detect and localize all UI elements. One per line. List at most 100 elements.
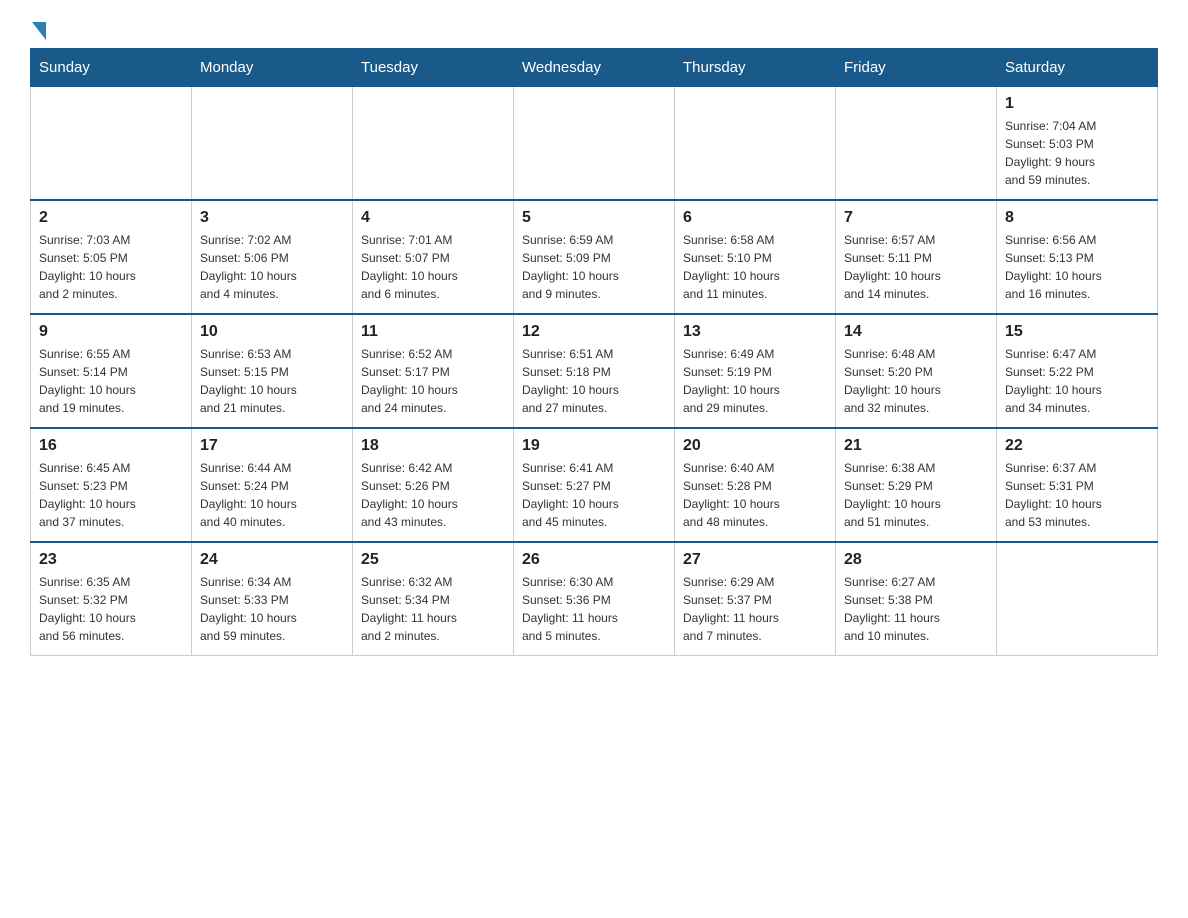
day-number: 24	[200, 551, 344, 569]
day-number: 8	[1005, 209, 1149, 227]
day-number: 17	[200, 437, 344, 455]
calendar-header-row: SundayMondayTuesdayWednesdayThursdayFrid…	[31, 49, 1158, 87]
calendar-cell	[514, 87, 675, 201]
calendar-cell: 9 Sunrise: 6:55 AMSunset: 5:14 PMDaylight…	[31, 314, 192, 428]
day-number: 5	[522, 209, 666, 227]
calendar-cell: 3 Sunrise: 7:02 AMSunset: 5:06 PMDaylight…	[192, 200, 353, 314]
calendar-cell: 10 Sunrise: 6:53 AMSunset: 5:15 PMDayligh…	[192, 314, 353, 428]
day-info: Sunrise: 6:34 AMSunset: 5:33 PMDaylight:…	[200, 573, 344, 645]
day-info: Sunrise: 6:44 AMSunset: 5:24 PMDaylight:…	[200, 459, 344, 531]
day-number: 11	[361, 323, 505, 341]
calendar-cell: 18Sunrise: 6:42 AMSunset: 5:26 PMDayligh…	[353, 428, 514, 542]
logo-arrow-icon	[32, 22, 46, 40]
day-number: 13	[683, 323, 827, 341]
day-number: 18	[361, 437, 505, 455]
day-info: Sunrise: 7:02 AMSunset: 5:06 PMDaylight:…	[200, 231, 344, 303]
calendar-cell: 20Sunrise: 6:40 AMSunset: 5:28 PMDayligh…	[675, 428, 836, 542]
calendar-cell: 16Sunrise: 6:45 AMSunset: 5:23 PMDayligh…	[31, 428, 192, 542]
calendar-cell: 8 Sunrise: 6:56 AMSunset: 5:13 PMDaylight…	[997, 200, 1158, 314]
calendar-cell: 14 Sunrise: 6:48 AMSunset: 5:20 PMDayligh…	[836, 314, 997, 428]
day-info: Sunrise: 6:41 AMSunset: 5:27 PMDaylight:…	[522, 459, 666, 531]
calendar-cell: 4Sunrise: 7:01 AMSunset: 5:07 PMDaylight…	[353, 200, 514, 314]
calendar-week-row-4: 16Sunrise: 6:45 AMSunset: 5:23 PMDayligh…	[31, 428, 1158, 542]
day-number: 9	[39, 323, 183, 341]
day-number: 27	[683, 551, 827, 569]
day-info: Sunrise: 6:27 AMSunset: 5:38 PMDaylight:…	[844, 573, 988, 645]
day-number: 15	[1005, 323, 1149, 341]
day-info: Sunrise: 7:01 AMSunset: 5:07 PMDaylight:…	[361, 231, 505, 303]
calendar-cell	[192, 87, 353, 201]
calendar-cell: 17 Sunrise: 6:44 AMSunset: 5:24 PMDayligh…	[192, 428, 353, 542]
calendar-cell: 13 Sunrise: 6:49 AMSunset: 5:19 PMDayligh…	[675, 314, 836, 428]
day-info: Sunrise: 6:45 AMSunset: 5:23 PMDaylight:…	[39, 459, 183, 531]
day-number: 28	[844, 551, 988, 569]
calendar-cell: 1 Sunrise: 7:04 AMSunset: 5:03 PMDaylight…	[997, 87, 1158, 201]
calendar-cell: 2 Sunrise: 7:03 AMSunset: 5:05 PMDaylight…	[31, 200, 192, 314]
day-number: 22	[1005, 437, 1149, 455]
calendar-week-row-5: 23 Sunrise: 6:35 AMSunset: 5:32 PMDayligh…	[31, 542, 1158, 656]
day-info: Sunrise: 6:38 AMSunset: 5:29 PMDaylight:…	[844, 459, 988, 531]
calendar-cell: 27 Sunrise: 6:29 AMSunset: 5:37 PMDayligh…	[675, 542, 836, 656]
day-number: 23	[39, 551, 183, 569]
day-number: 21	[844, 437, 988, 455]
day-number: 19	[522, 437, 666, 455]
weekday-header-friday: Friday	[836, 49, 997, 87]
calendar-cell: 26 Sunrise: 6:30 AMSunset: 5:36 PMDayligh…	[514, 542, 675, 656]
day-info: Sunrise: 6:37 AMSunset: 5:31 PMDaylight:…	[1005, 459, 1149, 531]
day-info: Sunrise: 6:58 AMSunset: 5:10 PMDaylight:…	[683, 231, 827, 303]
calendar-cell: 15 Sunrise: 6:47 AMSunset: 5:22 PMDayligh…	[997, 314, 1158, 428]
weekday-header-monday: Monday	[192, 49, 353, 87]
page-header	[30, 20, 1158, 38]
calendar-cell: 25 Sunrise: 6:32 AMSunset: 5:34 PMDayligh…	[353, 542, 514, 656]
day-number: 7	[844, 209, 988, 227]
day-info: Sunrise: 6:29 AMSunset: 5:37 PMDaylight:…	[683, 573, 827, 645]
day-info: Sunrise: 6:51 AMSunset: 5:18 PMDaylight:…	[522, 345, 666, 417]
logo	[30, 20, 46, 38]
day-info: Sunrise: 6:35 AMSunset: 5:32 PMDaylight:…	[39, 573, 183, 645]
day-info: Sunrise: 6:55 AMSunset: 5:14 PMDaylight:…	[39, 345, 183, 417]
day-info: Sunrise: 6:52 AMSunset: 5:17 PMDaylight:…	[361, 345, 505, 417]
day-info: Sunrise: 6:56 AMSunset: 5:13 PMDaylight:…	[1005, 231, 1149, 303]
day-number: 1	[1005, 95, 1149, 113]
calendar-week-row-1: 1 Sunrise: 7:04 AMSunset: 5:03 PMDaylight…	[31, 87, 1158, 201]
day-info: Sunrise: 6:59 AMSunset: 5:09 PMDaylight:…	[522, 231, 666, 303]
day-number: 3	[200, 209, 344, 227]
day-info: Sunrise: 6:47 AMSunset: 5:22 PMDaylight:…	[1005, 345, 1149, 417]
calendar-cell: 5 Sunrise: 6:59 AMSunset: 5:09 PMDaylight…	[514, 200, 675, 314]
day-info: Sunrise: 6:57 AMSunset: 5:11 PMDaylight:…	[844, 231, 988, 303]
calendar-cell: 6Sunrise: 6:58 AMSunset: 5:10 PMDaylight…	[675, 200, 836, 314]
day-number: 25	[361, 551, 505, 569]
calendar-week-row-3: 9 Sunrise: 6:55 AMSunset: 5:14 PMDaylight…	[31, 314, 1158, 428]
calendar-cell: 24 Sunrise: 6:34 AMSunset: 5:33 PMDayligh…	[192, 542, 353, 656]
calendar-cell	[997, 542, 1158, 656]
weekday-header-sunday: Sunday	[31, 49, 192, 87]
day-info: Sunrise: 6:48 AMSunset: 5:20 PMDaylight:…	[844, 345, 988, 417]
day-number: 14	[844, 323, 988, 341]
weekday-header-tuesday: Tuesday	[353, 49, 514, 87]
calendar-cell: 23 Sunrise: 6:35 AMSunset: 5:32 PMDayligh…	[31, 542, 192, 656]
day-number: 2	[39, 209, 183, 227]
calendar-table: SundayMondayTuesdayWednesdayThursdayFrid…	[30, 48, 1158, 656]
day-info: Sunrise: 6:49 AMSunset: 5:19 PMDaylight:…	[683, 345, 827, 417]
calendar-cell	[836, 87, 997, 201]
day-info: Sunrise: 6:53 AMSunset: 5:15 PMDaylight:…	[200, 345, 344, 417]
day-number: 12	[522, 323, 666, 341]
calendar-cell: 7 Sunrise: 6:57 AMSunset: 5:11 PMDaylight…	[836, 200, 997, 314]
calendar-cell: 21 Sunrise: 6:38 AMSunset: 5:29 PMDayligh…	[836, 428, 997, 542]
calendar-cell	[353, 87, 514, 201]
calendar-cell: 19 Sunrise: 6:41 AMSunset: 5:27 PMDayligh…	[514, 428, 675, 542]
calendar-week-row-2: 2 Sunrise: 7:03 AMSunset: 5:05 PMDaylight…	[31, 200, 1158, 314]
day-info: Sunrise: 7:04 AMSunset: 5:03 PMDaylight:…	[1005, 117, 1149, 189]
calendar-cell: 22 Sunrise: 6:37 AMSunset: 5:31 PMDayligh…	[997, 428, 1158, 542]
day-number: 20	[683, 437, 827, 455]
weekday-header-thursday: Thursday	[675, 49, 836, 87]
day-info: Sunrise: 6:30 AMSunset: 5:36 PMDaylight:…	[522, 573, 666, 645]
day-info: Sunrise: 6:32 AMSunset: 5:34 PMDaylight:…	[361, 573, 505, 645]
day-info: Sunrise: 7:03 AMSunset: 5:05 PMDaylight:…	[39, 231, 183, 303]
day-number: 10	[200, 323, 344, 341]
weekday-header-saturday: Saturday	[997, 49, 1158, 87]
day-number: 26	[522, 551, 666, 569]
calendar-cell	[31, 87, 192, 201]
calendar-cell: 11 Sunrise: 6:52 AMSunset: 5:17 PMDayligh…	[353, 314, 514, 428]
calendar-cell	[675, 87, 836, 201]
